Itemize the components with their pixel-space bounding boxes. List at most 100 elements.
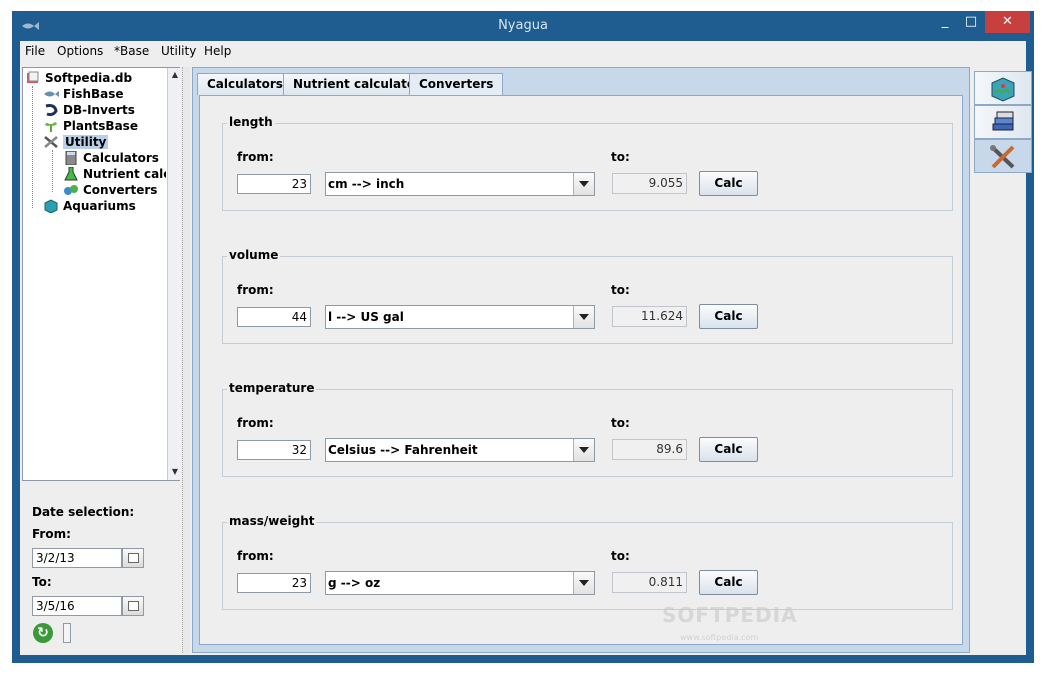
window-title: Nyagua — [498, 18, 548, 33]
side-tab-books[interactable] — [974, 105, 1032, 139]
refresh-icon[interactable]: ↻ — [33, 623, 53, 643]
progress-indicator — [63, 623, 71, 643]
watermark-url: www.softpedia.com — [680, 633, 759, 642]
side-tab-aquarium[interactable] — [974, 71, 1032, 105]
navigation-tree[interactable]: Softpedia.db FishBase DB-Inverts PlantsB… — [22, 67, 181, 481]
plant-icon — [45, 122, 57, 132]
side-tab-tools[interactable] — [974, 139, 1032, 173]
aquarium-icon — [991, 77, 1015, 102]
result-field: 0.811 — [612, 572, 687, 593]
group-title: mass/weight — [227, 514, 317, 528]
tree-item-label: Softpedia.db — [45, 71, 133, 85]
tree-item-label: Utility — [63, 135, 109, 149]
converter-icon — [64, 185, 78, 195]
unit-select[interactable]: g --> oz — [325, 571, 595, 595]
unit-select-value: g --> oz — [328, 576, 381, 590]
title-bar[interactable]: Nyagua _ □ ✕ — [12, 11, 1034, 41]
from-value-input[interactable]: 23 — [237, 174, 311, 194]
tree-item-plantsbase[interactable]: PlantsBase — [43, 118, 138, 134]
unit-select[interactable]: Celsius --> Fahrenheit — [325, 438, 595, 462]
to-label: to: — [611, 283, 630, 297]
app-window: Nyagua _ □ ✕ File Options *Base Utility … — [12, 11, 1034, 663]
menu-utility[interactable]: Utility — [161, 44, 196, 58]
calc-button[interactable]: Calc — [699, 304, 758, 329]
unit-select-value: l --> US gal — [328, 310, 404, 324]
tools-icon — [990, 145, 1015, 169]
volume-converter-group: volume from: to: 44 l --> US gal 11.624 … — [222, 248, 953, 344]
temperature-converter-group: temperature from: to: 32 Celsius --> Fah… — [222, 381, 953, 477]
tree-item-label: DB-Inverts — [63, 103, 135, 117]
mass-converter-group: mass/weight from: to: 23 g --> oz 0.811 … — [222, 514, 953, 610]
unit-select[interactable]: l --> US gal — [325, 305, 595, 329]
menu-options[interactable]: Options — [57, 44, 103, 58]
menu-base[interactable]: *Base — [114, 44, 149, 58]
tree-item-db-inverts[interactable]: DB-Inverts — [43, 102, 135, 118]
tree-item-label: Aquariums — [63, 199, 136, 213]
to-label: to: — [611, 416, 630, 430]
fish-icon — [44, 91, 59, 97]
tools-icon — [44, 136, 58, 148]
client-area: File Options *Base Utility Help Softpedi… — [20, 41, 1032, 655]
tab-converters[interactable]: Converters — [409, 73, 504, 96]
calc-button[interactable]: Calc — [699, 437, 758, 462]
maximize-button[interactable]: □ — [958, 11, 984, 33]
calendar-icon — [128, 601, 139, 611]
tree-viewport: Softpedia.db FishBase DB-Inverts PlantsB… — [23, 68, 166, 480]
tree-scrollbar[interactable]: ▲ ▼ — [167, 68, 181, 480]
calendar-icon — [128, 553, 139, 563]
group-title: volume — [227, 248, 281, 262]
tree-item-label: Converters — [83, 183, 158, 197]
chevron-down-icon[interactable] — [573, 306, 594, 328]
tab-calculators[interactable]: Calculators — [197, 73, 293, 95]
close-button[interactable]: ✕ — [985, 11, 1030, 33]
to-label: to: — [611, 150, 630, 164]
split-pane-divider[interactable] — [182, 67, 190, 653]
chevron-down-icon[interactable] — [573, 439, 594, 461]
tree-item-utility[interactable]: Utility — [43, 134, 109, 150]
date-selection-title: Date selection: — [32, 505, 135, 519]
scroll-down-arrow-icon[interactable]: ▼ — [169, 466, 181, 478]
from-label: from: — [237, 416, 274, 430]
menu-help[interactable]: Help — [204, 44, 231, 58]
result-field: 9.055 — [612, 173, 687, 194]
calculator-icon — [65, 151, 77, 165]
calc-button[interactable]: Calc — [699, 171, 758, 196]
result-field: 89.6 — [612, 439, 687, 460]
tree-item-label: Calculators — [83, 151, 159, 165]
menu-bar: File Options *Base Utility Help — [20, 41, 1026, 63]
flask-icon — [64, 167, 78, 181]
tree-item-root[interactable]: Softpedia.db — [25, 70, 132, 86]
tree-item-nutrient-calculator[interactable]: Nutrient calculator — [63, 166, 166, 182]
from-value-input[interactable]: 23 — [237, 573, 311, 593]
tree-item-calculators[interactable]: Calculators — [63, 150, 159, 166]
to-date-input[interactable]: 3/5/16 — [32, 596, 122, 616]
scroll-up-arrow-icon[interactable]: ▲ — [169, 69, 181, 81]
aquarium-icon — [44, 199, 58, 213]
tree-item-label: FishBase — [63, 87, 124, 101]
to-label: to: — [611, 549, 630, 563]
unit-select[interactable]: cm --> inch — [325, 172, 595, 196]
from-date-input[interactable]: 3/2/13 — [32, 548, 122, 568]
database-icon — [27, 71, 39, 83]
minimize-button[interactable]: _ — [932, 11, 958, 33]
side-tab-bar — [974, 71, 1032, 651]
tree-item-aquariums[interactable]: Aquariums — [43, 198, 136, 214]
tree-connector — [52, 150, 53, 192]
calc-button[interactable]: Calc — [699, 570, 758, 595]
group-title: length — [227, 115, 275, 129]
main-panel: Calculators Nutrient calculator Converte… — [192, 67, 970, 653]
tree-item-fishbase[interactable]: FishBase — [43, 86, 124, 102]
unit-select-value: Celsius --> Fahrenheit — [328, 443, 478, 457]
menu-file[interactable]: File — [25, 44, 45, 58]
from-value-input[interactable]: 44 — [237, 307, 311, 327]
to-date-label: To: — [32, 575, 52, 589]
chevron-down-icon[interactable] — [573, 572, 594, 594]
from-label: from: — [237, 283, 274, 297]
from-date-picker-button[interactable] — [122, 548, 144, 568]
length-converter-group: length from: to: 23 cm --> inch 9.055 Ca… — [222, 115, 953, 211]
to-date-picker-button[interactable] — [122, 596, 144, 616]
tree-item-converters[interactable]: Converters — [63, 182, 157, 198]
tree-item-label: PlantsBase — [63, 119, 138, 133]
chevron-down-icon[interactable] — [573, 173, 594, 195]
from-value-input[interactable]: 32 — [237, 440, 311, 460]
